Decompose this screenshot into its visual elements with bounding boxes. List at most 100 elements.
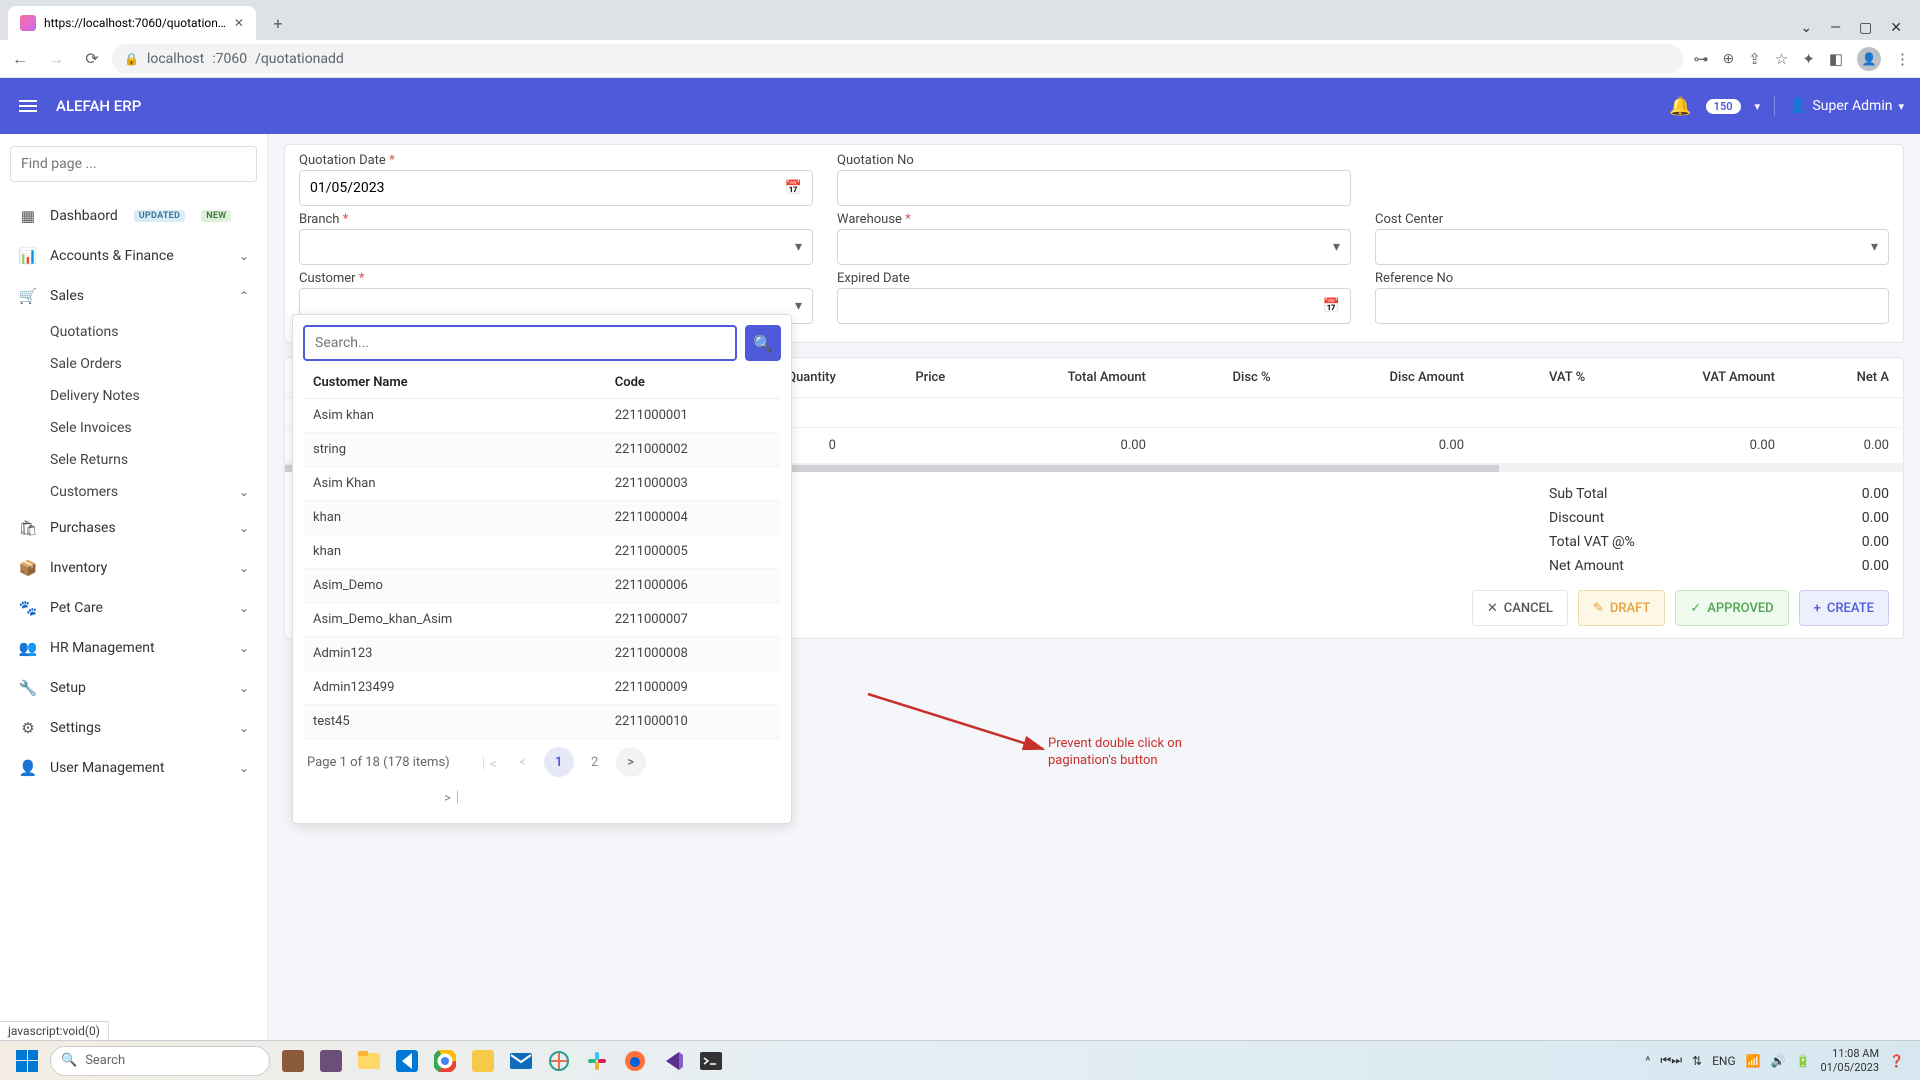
profile-icon[interactable]: 👤 xyxy=(1857,47,1881,71)
reference-no-input[interactable] xyxy=(1375,288,1889,324)
chevron-down-icon: ⌄ xyxy=(239,641,249,655)
browser-chrome: https://localhost:7060/quotation… ✕ + ⌄ … xyxy=(0,0,1920,78)
pager-page-2[interactable]: 2 xyxy=(580,747,610,777)
user-menu[interactable]: 👤 Super Admin ▾ xyxy=(1789,98,1904,114)
draft-button[interactable]: ✎DRAFT xyxy=(1578,590,1665,626)
dropdown-icon[interactable]: ⌄ xyxy=(1800,20,1812,36)
create-button[interactable]: +CREATE xyxy=(1799,590,1889,626)
tray-icon[interactable]: ⇅ xyxy=(1692,1054,1702,1068)
tray-clock[interactable]: 11:08 AM01/05/2023 xyxy=(1821,1047,1880,1073)
maximize-icon[interactable]: ▢ xyxy=(1859,20,1872,36)
forward-icon[interactable]: → xyxy=(46,49,66,69)
firefox-icon[interactable] xyxy=(618,1045,652,1077)
customer-row[interactable]: string2211000002 xyxy=(303,433,781,467)
quotation-date-input[interactable]: 01/05/2023📅 xyxy=(299,170,813,206)
customer-row[interactable]: Asim_Demo2211000006 xyxy=(303,569,781,603)
sidebar-item-hr-management[interactable]: 👥HR Management⌄ xyxy=(10,628,257,668)
key-icon[interactable]: ⊶ xyxy=(1693,50,1708,68)
customer-row[interactable]: Admin1234992211000009 xyxy=(303,671,781,705)
cancel-button[interactable]: ✕CANCEL xyxy=(1472,590,1568,626)
warehouse-select[interactable]: ▾ xyxy=(837,229,1351,265)
customer-row[interactable]: test452211000010 xyxy=(303,705,781,739)
slack-icon[interactable] xyxy=(580,1045,614,1077)
sidebar-item-sales[interactable]: 🛒Sales⌃ xyxy=(10,276,257,316)
sidebar-item-dashbaord[interactable]: ▦DashbaordUPDATEDNEW xyxy=(10,196,257,236)
customer-row[interactable]: Asim khan2211000001 xyxy=(303,399,781,433)
inventory-icon: 📦 xyxy=(18,558,38,578)
sidebar-item-purchases[interactable]: 🛍Purchases⌄ xyxy=(10,508,257,548)
url-input[interactable]: 🔒 localhost:7060/quotationadd xyxy=(112,44,1683,74)
sidebar-subitem-quotations[interactable]: Quotations xyxy=(10,316,257,348)
taskbar-app-icon[interactable] xyxy=(276,1045,310,1077)
taskbar-search[interactable]: 🔍Search xyxy=(50,1046,270,1076)
vscode-icon[interactable] xyxy=(390,1045,424,1077)
taskbar-app-icon[interactable] xyxy=(466,1045,500,1077)
sidebar-item-setup[interactable]: 🔧Setup⌄ xyxy=(10,668,257,708)
browser-tab[interactable]: https://localhost:7060/quotation… ✕ xyxy=(8,6,256,40)
customer-row[interactable]: Asim Khan2211000003 xyxy=(303,467,781,501)
tray-icon[interactable]: ⏮⏭ xyxy=(1660,1053,1682,1068)
user-icon: 👤 xyxy=(1789,98,1806,114)
pager-first-button[interactable]: ｜< xyxy=(472,747,502,777)
wifi-icon[interactable]: 📶 xyxy=(1746,1054,1761,1068)
customer-row[interactable]: khan2211000004 xyxy=(303,501,781,535)
hamburger-icon[interactable] xyxy=(16,94,40,118)
search-icon: 🔍 xyxy=(753,334,773,353)
sidebar-subitem-customers[interactable]: Customers⌄ xyxy=(10,476,257,508)
customer-search-button[interactable]: 🔍 xyxy=(745,325,781,361)
sidebar-item-pet-care[interactable]: 🐾Pet Care⌄ xyxy=(10,588,257,628)
check-icon: ✓ xyxy=(1690,601,1701,616)
sidepanel-icon[interactable]: ◧ xyxy=(1829,50,1843,68)
back-icon[interactable]: ← xyxy=(10,49,30,69)
quotation-no-input[interactable] xyxy=(837,170,1351,206)
customer-row[interactable]: Asim_Demo_khan_Asim2211000007 xyxy=(303,603,781,637)
cost-center-select[interactable]: ▾ xyxy=(1375,229,1889,265)
tray-lang[interactable]: ENG xyxy=(1712,1054,1736,1068)
file-explorer-icon[interactable] xyxy=(352,1045,386,1077)
visual-studio-icon[interactable] xyxy=(656,1045,690,1077)
battery-icon[interactable]: 🔋 xyxy=(1796,1054,1811,1068)
chrome-icon[interactable] xyxy=(428,1045,462,1077)
reload-icon[interactable]: ⟳ xyxy=(82,49,102,69)
bell-icon[interactable]: 🔔 xyxy=(1669,96,1691,117)
tab-close-icon[interactable]: ✕ xyxy=(234,16,244,30)
pager-page-1[interactable]: 1 xyxy=(544,747,574,777)
sidebar-subitem-sele-invoices[interactable]: Sele Invoices xyxy=(10,412,257,444)
customer-row[interactable]: khan2211000005 xyxy=(303,535,781,569)
chevron-down-icon: ▾ xyxy=(1871,239,1878,255)
find-page-input[interactable] xyxy=(10,146,257,182)
mail-icon[interactable] xyxy=(504,1045,538,1077)
menu-icon[interactable]: ⋮ xyxy=(1895,50,1910,68)
minimize-icon[interactable]: — xyxy=(1830,20,1841,36)
new-tab-button[interactable]: + xyxy=(264,9,292,37)
sidebar-subitem-sale-orders[interactable]: Sale Orders xyxy=(10,348,257,380)
share-icon[interactable]: ⇪ xyxy=(1748,50,1761,68)
zoom-icon[interactable]: ⊕ xyxy=(1722,51,1734,67)
sidebar-subitem-sele-returns[interactable]: Sele Returns xyxy=(10,444,257,476)
tray-icon[interactable]: ❓ xyxy=(1889,1054,1904,1068)
volume-icon[interactable]: 🔊 xyxy=(1771,1054,1786,1068)
chevron-down-icon[interactable]: ▾ xyxy=(1755,100,1761,113)
extensions-icon[interactable]: ✦ xyxy=(1802,50,1815,68)
pager-prev-button[interactable]: < xyxy=(508,747,538,777)
sidebar-item-user-management[interactable]: 👤User Management⌄ xyxy=(10,748,257,788)
sidebar-item-accounts-finance[interactable]: 📊Accounts & Finance⌄ xyxy=(10,236,257,276)
terminal-icon[interactable] xyxy=(694,1045,728,1077)
taskbar-app-icon[interactable] xyxy=(542,1045,576,1077)
tray-chevron-icon[interactable]: ^ xyxy=(1645,1054,1650,1068)
customer-search-input[interactable] xyxy=(303,325,737,361)
col-customer-code: Code xyxy=(605,367,781,399)
pager-next-button[interactable]: > xyxy=(616,747,646,777)
taskbar-app-icon[interactable] xyxy=(314,1045,348,1077)
start-button[interactable] xyxy=(8,1045,46,1077)
customer-row[interactable]: Admin1232211000008 xyxy=(303,637,781,671)
pager-last-button[interactable]: >｜ xyxy=(439,781,469,811)
approved-button[interactable]: ✓APPROVED xyxy=(1675,590,1788,626)
sidebar-subitem-delivery-notes[interactable]: Delivery Notes xyxy=(10,380,257,412)
expired-date-input[interactable]: 📅 xyxy=(837,288,1351,324)
star-icon[interactable]: ☆ xyxy=(1775,50,1788,68)
close-icon[interactable]: ✕ xyxy=(1890,20,1902,36)
sidebar-item-inventory[interactable]: 📦Inventory⌄ xyxy=(10,548,257,588)
sidebar-item-settings[interactable]: ⚙Settings⌄ xyxy=(10,708,257,748)
branch-select[interactable]: ▾ xyxy=(299,229,813,265)
